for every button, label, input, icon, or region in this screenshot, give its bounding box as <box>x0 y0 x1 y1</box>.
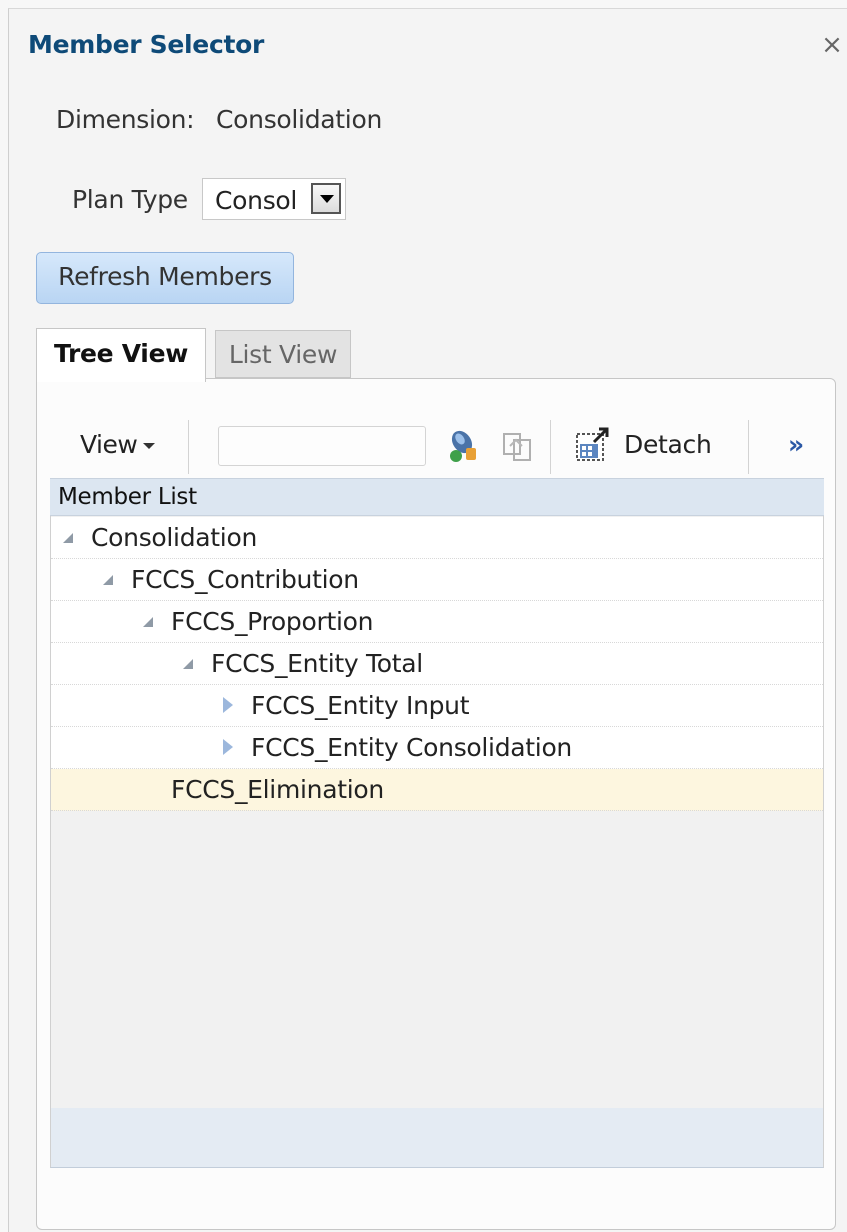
tree-row[interactable]: FCCS_Contribution <box>51 559 823 601</box>
collapsed-triangle-icon[interactable] <box>219 685 239 727</box>
close-icon[interactable]: × <box>819 30 845 60</box>
plan-type-label: Plan Type <box>72 185 188 214</box>
dropdown-arrow-icon[interactable] <box>311 183 341 214</box>
view-menu-label: View <box>80 430 138 459</box>
plan-type-select[interactable]: Consol <box>202 178 346 220</box>
caret-down-icon <box>143 443 156 449</box>
detach-label[interactable]: Detach <box>624 430 712 459</box>
tab-list-view[interactable]: List View <box>215 330 351 378</box>
tree-footer <box>50 1108 824 1168</box>
collapsed-triangle-icon[interactable] <box>219 727 239 769</box>
tree-row-label: FCCS_Entity Total <box>211 649 423 678</box>
tree-row-label: Consolidation <box>91 523 257 552</box>
tree-row[interactable]: FCCS_Entity Consolidation <box>51 727 823 769</box>
refresh-members-button[interactable]: Refresh Members <box>36 252 294 304</box>
expanded-triangle-icon[interactable] <box>179 643 199 685</box>
detach-icon[interactable] <box>574 426 612 466</box>
expanded-triangle-icon[interactable] <box>99 559 119 601</box>
tree-row[interactable]: FCCS_Entity Input <box>51 685 823 727</box>
tree-row[interactable]: FCCS_Proportion <box>51 601 823 643</box>
toolbar-divider <box>188 420 189 474</box>
search-input[interactable] <box>218 426 426 466</box>
overflow-chevron-icon[interactable]: » <box>788 430 804 459</box>
member-list-header: Member List <box>50 478 824 516</box>
tree-row[interactable]: FCCS_Elimination <box>51 769 823 811</box>
refresh-icon[interactable] <box>500 426 536 466</box>
expanded-triangle-icon[interactable] <box>139 601 159 643</box>
tree-row-label: FCCS_Entity Input <box>251 691 470 720</box>
tree-row[interactable]: Consolidation <box>51 517 823 559</box>
plan-type-value: Consol <box>215 186 298 215</box>
tree-row[interactable]: FCCS_Entity Total <box>51 643 823 685</box>
tree-row-label: FCCS_Contribution <box>131 565 359 594</box>
view-menu[interactable]: View <box>80 430 156 459</box>
toolbar-divider <box>748 420 749 474</box>
dimension-value: Consolidation <box>216 105 382 134</box>
dimension-label: Dimension: <box>56 105 195 134</box>
find-member-icon[interactable] <box>444 426 480 466</box>
dialog-title: Member Selector <box>28 30 265 59</box>
tree-row-label: FCCS_Elimination <box>171 775 384 804</box>
expanded-triangle-icon[interactable] <box>59 517 79 559</box>
member-toolbar: View Detach » <box>50 420 826 476</box>
tab-tree-view[interactable]: Tree View <box>36 328 206 382</box>
tree-row-label: FCCS_Proportion <box>171 607 374 636</box>
toolbar-divider <box>550 420 551 474</box>
tree-row-label: FCCS_Entity Consolidation <box>251 733 572 762</box>
